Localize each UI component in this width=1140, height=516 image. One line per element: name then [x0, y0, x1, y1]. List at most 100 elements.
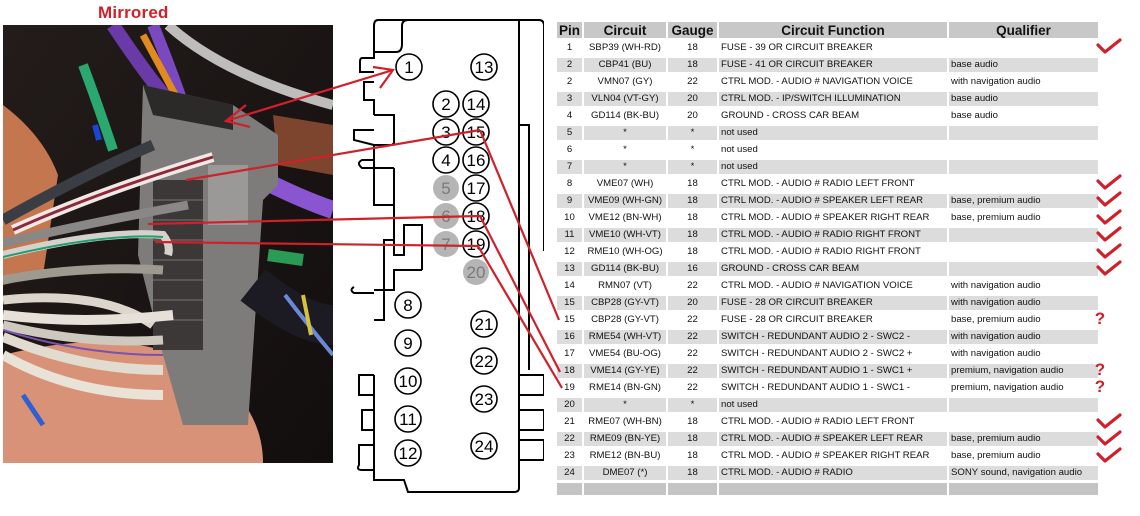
cell-circuit: RME10 (WH-OG) [587, 246, 663, 257]
pin-23: 23 [470, 385, 498, 413]
table-row: 24 DME07 (*) 18 CTRL MOD. - AUDIO # RADIO SO… [557, 466, 1099, 480]
cell-qualifier: with navigation audio [951, 76, 1041, 87]
cell-function: not used [719, 160, 948, 174]
cell-gauge: 18 [668, 228, 718, 242]
table-row: 9 VME09 (WH-GN) 18 CTRL MOD. - AUDIO # SPEA… [557, 194, 1099, 208]
cell-qualifier: SONY sound, navigation audio [949, 466, 1099, 480]
cell-gauge: 18 [668, 58, 718, 72]
cell-function: SWITCH - REDUNDANT AUDIO 2 - SWC2 - [719, 330, 948, 344]
cell-function: CTRL MOD. - IP/SWITCH ILLUMINATION [719, 92, 948, 106]
cell-gauge: 18 [687, 212, 698, 223]
pin-group: 123456789101112131415161718192021222324 [394, 53, 498, 467]
cell-function: CTRL MOD. - AUDIO # RADIO RIGHT FRONT [719, 228, 948, 242]
pin-label: 1 [404, 58, 413, 77]
table-row: 17 VME54 (BU-OG) 22 SWITCH - REDUNDANT AUDI… [557, 347, 1098, 361]
pin-label: 22 [475, 352, 494, 371]
cell-qualifier [949, 262, 1099, 276]
pin-9: 9 [394, 329, 422, 357]
cell-pin: 21 [564, 416, 575, 427]
pin-label: 2 [441, 95, 450, 114]
check-mark-icon [1096, 37, 1122, 55]
cell-pin: 10 [564, 212, 575, 223]
cell-function: CTRL MOD. - AUDIO # SPEAKER RIGHT REAR [721, 212, 930, 223]
cell-pin: 7 [557, 160, 583, 174]
check-mark-icon [1096, 242, 1122, 260]
pin-7: 7 [433, 231, 459, 257]
cell-pin: 6 [566, 144, 573, 155]
cell-pin: 22 [557, 432, 583, 446]
cell-qualifier: with navigation audio [949, 330, 1099, 344]
cell-circuit: * [584, 398, 667, 412]
cell-gauge: 18 [668, 466, 718, 480]
cell-pin: 17 [564, 348, 575, 359]
pin-label: 13 [475, 58, 494, 77]
cell-gauge: 22 [687, 314, 698, 325]
cell-circuit: RME07 (WH-BN) [588, 416, 662, 427]
check-mark-icon [1096, 225, 1122, 243]
cell-pin: 16 [557, 330, 583, 344]
cell-qualifier: base audio [949, 92, 1099, 106]
pin-label: 10 [399, 372, 418, 391]
cell-gauge: 18 [687, 178, 698, 189]
cell-qualifier [949, 160, 1099, 174]
pin-13: 13 [470, 53, 498, 81]
cell-qualifier [949, 41, 1098, 55]
table-row: 16 RME54 (WH-VT) 22 SWITCH - REDUNDANT AUDI… [557, 330, 1099, 344]
cell-pin: 3 [557, 92, 583, 106]
cell-gauge: * [668, 126, 718, 140]
cell-function: SWITCH - REDUNDANT AUDIO 1 - SWC1 + [719, 364, 948, 378]
cell-gauge: 18 [668, 432, 718, 446]
cell-empty [949, 483, 1099, 495]
cell-circuit: VME09 (WH-GN) [584, 194, 667, 208]
cell-empty [719, 483, 948, 495]
cell-qualifier: with navigation audio [949, 296, 1099, 310]
check-mark-icon [1096, 446, 1122, 464]
table-row: 15 CBP28 (GY-VT) 22 FUSE - 28 OR CIRCUIT BR… [557, 313, 1098, 327]
pin-label: 6 [441, 207, 450, 226]
pin-6: 6 [433, 203, 459, 229]
cell-qualifier: base, premium audio [951, 212, 1041, 223]
cell-function: not used [719, 398, 948, 412]
cell-circuit: VMN07 (GY) [597, 76, 653, 87]
cell-function: SWITCH - REDUNDANT AUDIO 1 - SWC1 - [721, 382, 911, 393]
cell-pin: 11 [557, 228, 583, 242]
cell-pin: 2 [566, 76, 573, 87]
pin-label: 23 [475, 390, 494, 409]
cell-function: CTRL MOD. - AUDIO # RADIO LEFT FRONT [721, 178, 915, 189]
cell-pin: 14 [564, 280, 575, 291]
cell-pin: 9 [557, 194, 583, 208]
table-row: 2 CBP41 (BU) 18 FUSE - 41 OR CIRCUIT BREAKE… [557, 58, 1099, 72]
harness-photo [3, 25, 333, 463]
cell-qualifier [949, 143, 1098, 157]
pin-label: 11 [399, 410, 417, 429]
pin-4: 4 [432, 146, 460, 174]
cell-function: CTRL MOD. - AUDIO # RADIO LEFT FRONT [721, 416, 915, 427]
pin-15: 15 [462, 118, 490, 146]
question-mark-icon: ? [1094, 377, 1106, 396]
cell-function: CTRL MOD. - AUDIO # SPEAKER RIGHT REAR [721, 450, 930, 461]
table-row: 3 VLN04 (VT-GY) 20 CTRL MOD. - IP/SWITCH IL… [557, 92, 1099, 106]
cell-circuit: CBP41 (BU) [584, 58, 667, 72]
table-row: 11 VME10 (WH-VT) 18 CTRL MOD. - AUDIO # RAD… [557, 228, 1099, 242]
pin-21: 21 [470, 310, 498, 338]
cell-function: CTRL MOD. - AUDIO # NAVIGATION VOICE [721, 76, 913, 87]
cell-function: FUSE - 41 OR CIRCUIT BREAKER [719, 58, 948, 72]
cell-gauge: 18 [668, 194, 718, 208]
table-row: 4 GD114 (BK-BU) 20 GROUND - CROSS CAR BEAM b… [557, 109, 1098, 123]
cell-qualifier [949, 177, 1098, 191]
photo-title: Mirrored [98, 3, 169, 22]
header-function: Circuit Function [719, 22, 948, 38]
cell-empty [668, 483, 718, 495]
header-pin: Pin [557, 22, 583, 38]
pin-20: 20 [463, 259, 489, 285]
cell-function: CTRL MOD. - AUDIO # SPEAKER LEFT REAR [719, 432, 948, 446]
pin-16: 16 [462, 146, 490, 174]
cell-gauge: * [668, 398, 718, 412]
cell-gauge: 18 [687, 246, 698, 257]
cell-qualifier: premium, navigation audio [949, 364, 1099, 378]
cell-gauge: 22 [687, 280, 698, 291]
cell-pin: 2 [557, 58, 583, 72]
cell-qualifier: base, premium audio [951, 450, 1041, 461]
table-row: 6 * * not used [557, 143, 1098, 157]
cell-circuit: * [584, 160, 667, 174]
